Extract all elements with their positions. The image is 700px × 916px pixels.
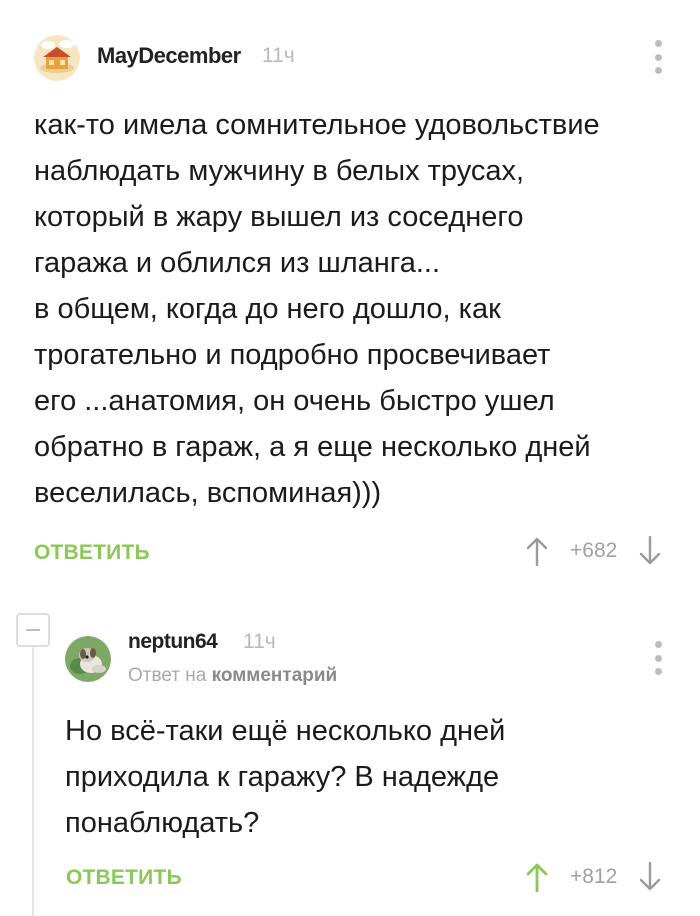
collapse-thread-button[interactable] <box>16 613 50 647</box>
thread-line <box>32 646 34 916</box>
downvote-arrow-icon[interactable] <box>639 862 661 892</box>
comment-time: 11ч <box>243 630 276 653</box>
rating-count: +812 <box>570 865 618 888</box>
vote-block: +682 <box>526 536 661 566</box>
rating-count: +682 <box>570 539 618 562</box>
more-options-icon[interactable] <box>648 641 668 675</box>
reply-button[interactable]: ОТВЕТИТЬ <box>66 866 182 890</box>
upvote-arrow-icon[interactable] <box>526 862 548 892</box>
reply-to-prefix: Ответ на <box>128 665 207 686</box>
reply-to-target-link[interactable]: комментарий <box>212 665 338 686</box>
vote-block: +812 <box>526 862 661 892</box>
cottage-avatar-icon <box>34 35 80 81</box>
downvote-arrow-icon[interactable] <box>639 536 661 566</box>
comment-time: 11ч <box>262 44 295 67</box>
username[interactable]: neptun64 <box>128 630 218 654</box>
reply-button[interactable]: ОТВЕТИТЬ <box>34 541 150 565</box>
reply-to-label[interactable]: Ответ на комментарий <box>128 665 337 687</box>
minus-icon <box>26 629 40 631</box>
username[interactable]: MayDecember <box>97 43 241 69</box>
avatar[interactable] <box>65 636 111 682</box>
comment-text: Но всё-таки ещё несколько дней приходила… <box>65 715 506 839</box>
dog-avatar-icon <box>65 636 111 682</box>
comment-text: как-то имела сомнительное удовольствие н… <box>34 109 600 509</box>
more-options-icon[interactable] <box>648 40 668 74</box>
upvote-arrow-icon[interactable] <box>526 536 548 566</box>
avatar[interactable] <box>34 35 80 81</box>
